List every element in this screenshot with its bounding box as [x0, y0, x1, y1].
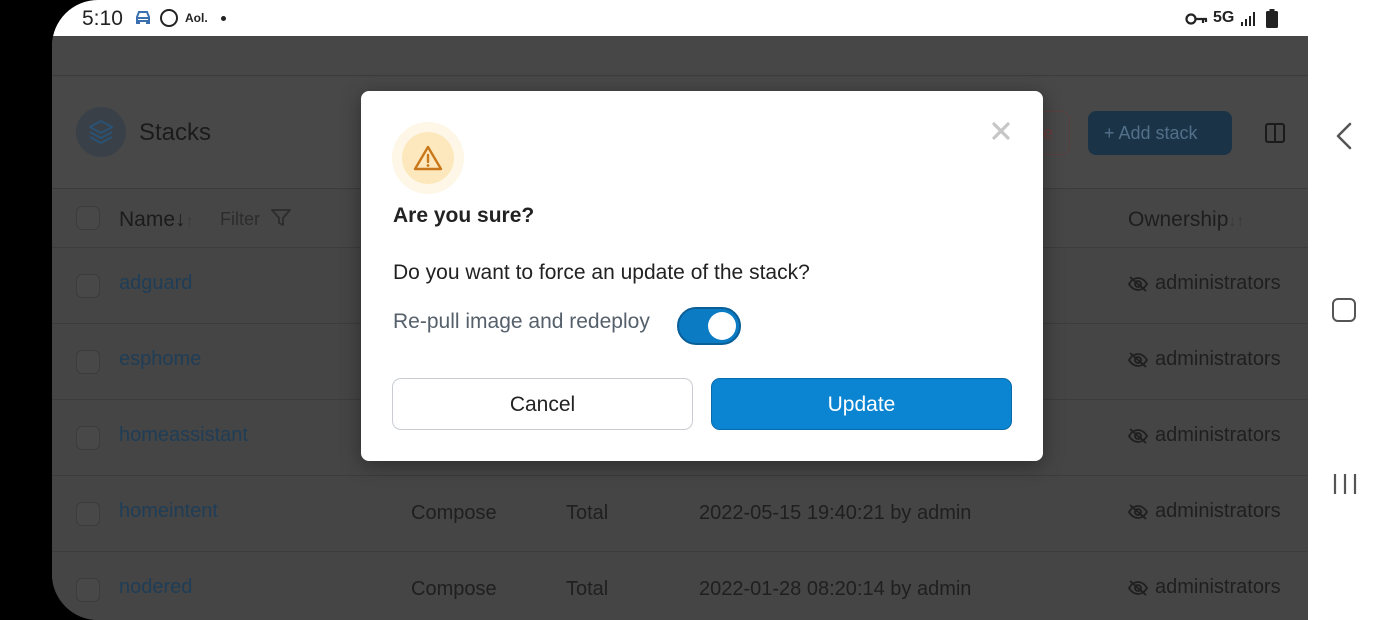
stack-type: Compose [411, 502, 497, 524]
col-name-header[interactable]: Name↓↑ [119, 208, 194, 232]
filter-icon [271, 209, 291, 226]
close-icon[interactable] [989, 119, 1013, 143]
eye-off-icon [1127, 428, 1149, 444]
col-ownership-header[interactable]: Ownership↓↑ [1128, 208, 1244, 232]
home-icon[interactable] [1332, 298, 1356, 322]
warning-badge [392, 122, 464, 194]
eye-off-icon [1127, 580, 1149, 596]
row-checkbox[interactable] [76, 426, 100, 450]
dialog-message: Do you want to force an update of the st… [393, 261, 810, 284]
table-row: nodered Compose Total 2022-01-28 08:20:14 b… [52, 552, 1308, 620]
warning-badge-core [402, 132, 454, 184]
row-checkbox[interactable] [76, 502, 100, 526]
stack-name-link[interactable]: esphome [119, 348, 201, 371]
layers-icon [89, 120, 113, 144]
warning-triangle-icon [413, 145, 443, 171]
add-stack-button[interactable]: + Add stack [1088, 111, 1232, 155]
recent-apps-icon[interactable] [1332, 472, 1358, 496]
stack-ownership: administrators [1155, 272, 1281, 294]
stack-control: Total [566, 578, 609, 600]
device-screen: 5:10 Aol. 5G Stacks Remove + Add stack N… [52, 0, 1308, 620]
repull-toggle-label: Re-pull image and redeploy [393, 310, 650, 333]
stack-name-link[interactable]: homeassistant [119, 424, 248, 447]
repull-toggle-switch[interactable] [677, 307, 741, 345]
top-strip [52, 36, 1308, 76]
col-ownership-label: Ownership [1128, 208, 1229, 231]
row-checkbox[interactable] [76, 578, 100, 602]
stack-name-link[interactable]: homeintent [119, 500, 218, 523]
stack-updated: 2022-01-28 08:20:14 by admin [699, 578, 972, 600]
sort-up-icon: ↑ [185, 213, 194, 230]
android-nav-bar [1308, 0, 1380, 620]
alexa-icon [160, 9, 178, 27]
eye-off-icon [1127, 276, 1149, 292]
page-title: Stacks [139, 119, 212, 146]
stacks-layers-icon [76, 107, 126, 157]
columns-icon[interactable] [1264, 122, 1286, 144]
stack-ownership: administrators [1155, 424, 1281, 446]
filter-button[interactable]: Filter [220, 209, 291, 230]
sort-down-icon: ↓ [175, 208, 186, 231]
cancel-button[interactable]: Cancel [392, 378, 693, 430]
stack-ownership: administrators [1155, 348, 1281, 370]
eye-off-icon [1127, 504, 1149, 520]
network-type: 5G [1213, 9, 1235, 26]
status-time: 5:10 [82, 7, 123, 30]
eye-off-icon [1127, 352, 1149, 368]
car-icon [136, 11, 150, 24]
status-bar: 5:10 Aol. 5G [52, 0, 1308, 36]
row-checkbox[interactable] [76, 274, 100, 298]
ownership-sort-icon: ↓↑ [1228, 213, 1245, 230]
col-name-label: Name [119, 208, 176, 231]
toggle-knob [708, 312, 736, 340]
select-all-checkbox[interactable] [76, 206, 100, 230]
notification-dot-icon [221, 16, 226, 21]
battery-icon [1266, 9, 1278, 28]
row-checkbox[interactable] [76, 350, 100, 374]
table-row: homeintent Compose Total 2022-05-15 19:40:2… [52, 476, 1308, 552]
signal-icon [1241, 12, 1255, 26]
filter-label: Filter [220, 209, 260, 229]
stack-name-link[interactable]: nodered [119, 576, 192, 599]
back-icon[interactable] [1334, 122, 1354, 150]
stack-type: Compose [411, 578, 497, 600]
stack-ownership: administrators [1155, 500, 1281, 522]
stack-name-link[interactable]: adguard [119, 272, 192, 295]
stack-ownership: administrators [1155, 576, 1281, 598]
update-button[interactable]: Update [711, 378, 1012, 430]
vpn-key-icon [1185, 13, 1208, 25]
stack-updated: 2022-05-15 19:40:21 by admin [699, 502, 972, 524]
dialog-title: Are you sure? [393, 204, 535, 227]
aol-icon: Aol. [185, 11, 208, 25]
confirm-dialog: Are you sure? Do you want to force an up… [361, 91, 1043, 461]
stack-control: Total [566, 502, 609, 524]
